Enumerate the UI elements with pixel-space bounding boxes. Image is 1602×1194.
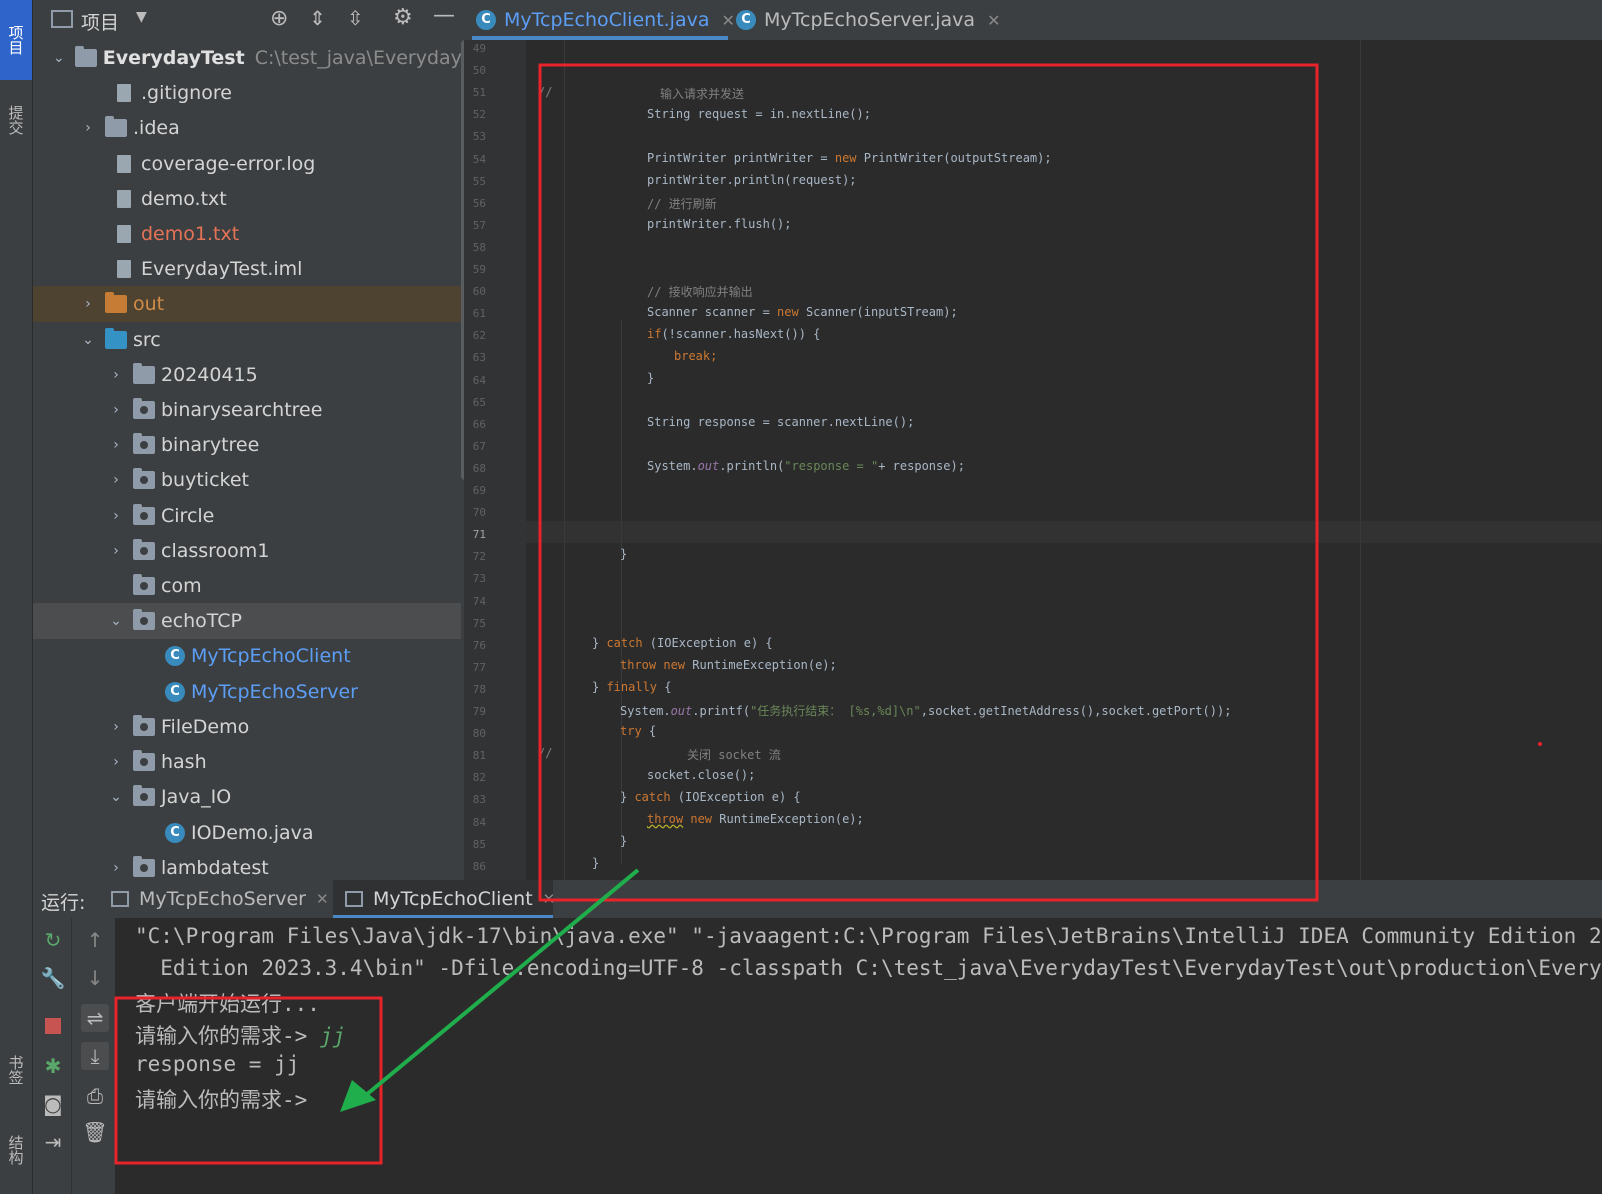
red-highlight-box-code: [538, 63, 1319, 902]
green-arrow-line: [358, 868, 640, 1102]
annotation-overlay: [114, 63, 1319, 1165]
green-arrow-head: [340, 1080, 376, 1112]
red-highlight-box-console: [114, 996, 383, 1165]
